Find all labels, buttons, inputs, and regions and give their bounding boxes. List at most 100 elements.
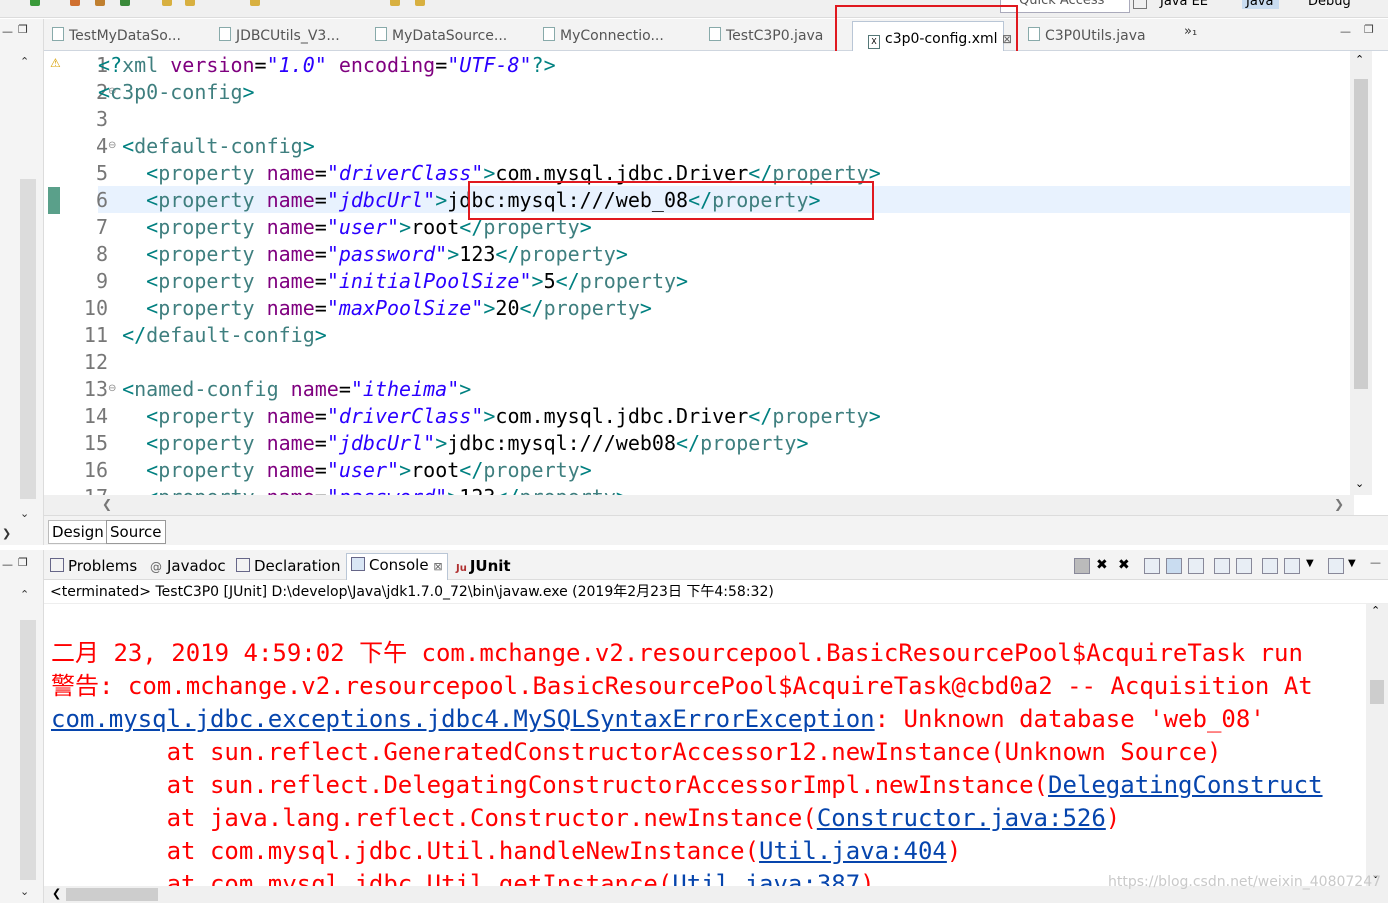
code-line-16: <property name="user">root</property> xyxy=(98,458,592,482)
junit-icon: Ju xyxy=(456,563,467,574)
perspective-java[interactable]: Java xyxy=(1242,0,1280,9)
remove-all-icon[interactable]: ✖ xyxy=(1118,558,1132,572)
word-wrap-icon[interactable] xyxy=(1188,558,1204,574)
debug-tool-icon[interactable] xyxy=(70,0,80,6)
tab-junit[interactable]: Ju JUnit xyxy=(456,555,511,577)
scroll-up-icon[interactable]: ⌃ xyxy=(1371,604,1380,617)
exception-link[interactable]: com.mysql.jdbc.exceptions.jdbc4.MySQLSyn… xyxy=(51,705,875,733)
tab-overflow-button[interactable]: »₁ xyxy=(1184,24,1197,39)
trim-scrollbar[interactable] xyxy=(20,179,36,499)
scroll-down-icon[interactable]: ⌄ xyxy=(1355,477,1364,490)
console-line: 警告: com.mchange.v2.resourcepool.BasicRes… xyxy=(51,672,1313,700)
console-line: 二月 23, 2019 4:59:02 下午 com.mchange.v2.re… xyxy=(51,639,1303,667)
bottom-panel-tab-bar: Problems @ Javadoc Declaration Console ⊠ … xyxy=(44,550,1388,581)
maximize-icon[interactable]: ❐ xyxy=(18,23,28,36)
scroll-lock-icon[interactable] xyxy=(1166,558,1182,574)
server-icon[interactable] xyxy=(95,0,105,6)
editor-minimize-icon[interactable]: — xyxy=(1340,25,1351,38)
quick-access-field[interactable]: Quick Access xyxy=(1000,0,1130,13)
main-toolbar: Quick Access Java EE Java Debug xyxy=(0,0,1388,18)
editor-horizontal-scrollbar[interactable]: ❮ ❯ xyxy=(44,495,1354,515)
console-line: at com.mysql.jdbc.Util.handleNewInstance… xyxy=(51,837,962,865)
scroll-up-icon[interactable]: ⌃ xyxy=(20,55,29,68)
new-folder-icon[interactable] xyxy=(185,0,195,6)
show-stdout-icon[interactable] xyxy=(1214,558,1230,574)
scroll-left-icon[interactable]: ❮ xyxy=(102,497,112,511)
display-console-icon[interactable] xyxy=(1284,558,1300,574)
editor-maximize-icon[interactable]: ❐ xyxy=(1364,23,1374,36)
open-folder-icon[interactable] xyxy=(162,0,172,6)
terminate-icon[interactable] xyxy=(1074,558,1090,574)
tab-testc3p0[interactable]: TestC3P0.java xyxy=(709,27,823,49)
tab-declaration[interactable]: Declaration xyxy=(236,555,340,577)
open-perspective-icon[interactable] xyxy=(1133,0,1147,9)
run-icon[interactable] xyxy=(30,0,40,6)
left-trim-bottom: — ❐ ⌃ ⌄ xyxy=(0,550,44,903)
tab-c3p0utils[interactable]: C3P0Utils.java xyxy=(1028,27,1146,49)
tab-problems[interactable]: Problems xyxy=(50,555,137,577)
perspective-debug[interactable]: Debug xyxy=(1308,0,1351,9)
scroll-thumb[interactable] xyxy=(1370,680,1384,704)
remove-launch-icon[interactable]: ✖ xyxy=(1096,558,1110,572)
code-line-8: <property name="password">123</property> xyxy=(98,242,628,266)
maximize-icon[interactable]: ❐ xyxy=(18,556,28,569)
console-process-status: <terminated> TestC3P0 [JUnit] D:\develop… xyxy=(44,580,1388,604)
tab-jdbcutils-v3[interactable]: JDBCUtils_V3... xyxy=(219,27,340,49)
xml-source-editor[interactable]: ⚠ 1 2 3 4 5 6 7 8 9 10 11 12 13 14 15 16… xyxy=(44,51,1388,495)
scroll-up-icon[interactable]: ⌃ xyxy=(1355,53,1364,66)
trim-scrollbar[interactable] xyxy=(20,620,36,880)
tab-console[interactable]: Console ⊠ xyxy=(346,553,448,581)
chevron-down-icon[interactable]: ▼ xyxy=(1348,558,1362,572)
scroll-thumb[interactable] xyxy=(1354,79,1368,389)
tab-myconnection[interactable]: MyConnectio... xyxy=(543,27,664,49)
back-icon[interactable] xyxy=(390,0,400,6)
code-line-2: <c3p0-config> xyxy=(98,80,255,104)
java-file-icon xyxy=(543,27,555,41)
java-file-icon xyxy=(375,27,387,41)
scroll-down-icon[interactable]: ⌄ xyxy=(20,507,29,520)
left-trim-top: — ❐ ⌃ ⌄ ❯ xyxy=(0,19,44,545)
scroll-right-icon[interactable]: ❯ xyxy=(1334,497,1344,511)
source-link[interactable]: DelegatingConstruct xyxy=(1048,771,1323,799)
perspective-java-ee[interactable]: Java EE xyxy=(1160,0,1208,9)
code-area[interactable]: <?xml version="1.0" encoding="UTF-8"?> <… xyxy=(98,51,1348,495)
source-link[interactable]: Constructor.java:526 xyxy=(817,804,1106,832)
close-tab-icon[interactable]: ⊠ xyxy=(433,560,442,573)
source-link[interactable]: Util.java:404 xyxy=(759,837,947,865)
tab-testmydatasource[interactable]: TestMyDataSo... xyxy=(52,27,181,49)
run-last-icon[interactable] xyxy=(120,0,130,6)
console-minimize-icon[interactable]: — xyxy=(1370,556,1381,569)
chevron-down-icon[interactable]: ▼ xyxy=(1306,558,1320,572)
code-line-17: <property name="password">123</property> xyxy=(98,484,628,495)
pin-console-icon[interactable] xyxy=(1262,558,1278,574)
source-link[interactable]: Util.java:387 xyxy=(672,870,860,886)
code-line-9: <property name="initialPoolSize">5</prop… xyxy=(98,269,689,293)
scroll-left-icon[interactable]: ❯ xyxy=(2,527,11,540)
console-line: com.mysql.jdbc.exceptions.jdbc4.MySQLSyn… xyxy=(51,705,1265,733)
java-file-icon xyxy=(1028,27,1040,41)
console-output[interactable]: 二月 23, 2019 4:59:02 下午 com.mchange.v2.re… xyxy=(44,604,1366,886)
code-line-11: </default-config> xyxy=(98,323,327,347)
java-file-icon xyxy=(709,27,721,41)
show-stderr-icon[interactable] xyxy=(1236,558,1252,574)
tab-source[interactable]: Source xyxy=(106,520,166,544)
scroll-up-icon[interactable]: ⌃ xyxy=(20,588,29,601)
console-vertical-scrollbar[interactable]: ⌃ ⌄ xyxy=(1366,604,1388,886)
minimize-icon[interactable]: — xyxy=(2,25,13,38)
tab-mydatasource[interactable]: MyDataSource... xyxy=(375,27,507,49)
code-line-14: <property name="driverClass">com.mysql.j… xyxy=(98,404,881,428)
annotation-ruler: ⚠ xyxy=(44,51,66,495)
console-line: at sun.reflect.DelegatingConstructorAcce… xyxy=(51,771,1323,799)
scroll-down-icon[interactable]: ⌄ xyxy=(20,885,29,898)
clear-console-icon[interactable] xyxy=(1144,558,1160,574)
tab-javadoc[interactable]: @ Javadoc xyxy=(150,555,226,577)
minimize-icon[interactable]: — xyxy=(2,558,13,571)
editor-vertical-scrollbar[interactable]: ⌃ ⌄ xyxy=(1350,51,1372,495)
open-type-icon[interactable] xyxy=(250,0,260,6)
tab-design[interactable]: Design xyxy=(48,520,108,544)
editor-mode-tabs: Design Source xyxy=(44,515,1388,545)
scroll-left-icon[interactable]: ❮ xyxy=(52,887,61,900)
open-console-icon[interactable] xyxy=(1328,558,1344,574)
forward-icon[interactable] xyxy=(415,0,425,6)
scroll-thumb[interactable] xyxy=(66,888,158,901)
